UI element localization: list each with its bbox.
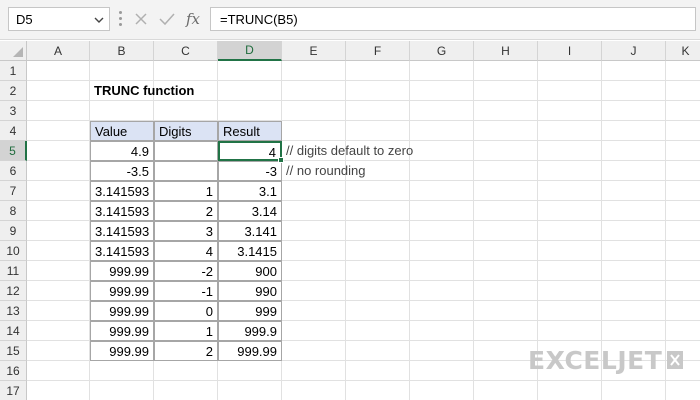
table-cell-result[interactable]: 999.9 xyxy=(218,321,282,341)
column-header-k[interactable]: K xyxy=(666,41,700,61)
table-cell-value[interactable]: 3.141593 xyxy=(90,241,154,261)
table-cell-value[interactable]: 999.99 xyxy=(90,261,154,281)
formula-bar: D5 fx =TRUNC(B5) xyxy=(0,0,700,40)
column-header-f[interactable]: F xyxy=(346,41,410,61)
row-header-9[interactable]: 9 xyxy=(0,221,27,241)
logo-text: EXCELJET xyxy=(528,345,663,375)
comment-note[interactable]: // no rounding xyxy=(282,161,462,181)
comment-note[interactable]: // digits default to zero xyxy=(282,141,462,161)
column-header-i[interactable]: I xyxy=(538,41,602,61)
table-header-result[interactable]: Result xyxy=(218,121,282,141)
gridline xyxy=(473,61,474,400)
table-cell-value[interactable]: 4.9 xyxy=(90,141,154,161)
table-cell-result[interactable]: 3.14 xyxy=(218,201,282,221)
logo-mark-icon xyxy=(667,351,684,369)
row-header-10[interactable]: 10 xyxy=(0,241,27,261)
table-cell-result[interactable]: 999 xyxy=(218,301,282,321)
table-header-value[interactable]: Value xyxy=(90,121,154,141)
table-cell-digits[interactable]: 1 xyxy=(154,181,218,201)
formula-input[interactable]: =TRUNC(B5) xyxy=(210,7,696,31)
table-cell-value[interactable]: 999.99 xyxy=(90,281,154,301)
table-cell-digits[interactable]: 4 xyxy=(154,241,218,261)
table-cell-digits[interactable] xyxy=(154,161,218,181)
table-cell-result[interactable]: 3.1415 xyxy=(218,241,282,261)
column-header-d[interactable]: D xyxy=(218,41,282,61)
table-cell-digits[interactable]: 3 xyxy=(154,221,218,241)
table-cell-digits[interactable]: -1 xyxy=(154,281,218,301)
table-cell-result[interactable]: 990 xyxy=(218,281,282,301)
row-header-14[interactable]: 14 xyxy=(0,321,27,341)
row-header-2[interactable]: 2 xyxy=(0,81,27,101)
gridline xyxy=(409,61,410,400)
row-header-6[interactable]: 6 xyxy=(0,161,27,181)
gridline xyxy=(27,380,700,381)
column-header-h[interactable]: H xyxy=(474,41,538,61)
table-cell-value[interactable]: 999.99 xyxy=(90,321,154,341)
column-header-b[interactable]: B xyxy=(90,41,154,61)
gridline xyxy=(345,61,346,400)
name-box[interactable]: D5 xyxy=(8,7,110,31)
table-cell-value[interactable]: 3.141593 xyxy=(90,221,154,241)
column-header-j[interactable]: J xyxy=(602,41,666,61)
select-all-corner[interactable] xyxy=(0,41,27,61)
row-header-5[interactable]: 5 xyxy=(0,141,27,161)
row-header-15[interactable]: 15 xyxy=(0,341,27,361)
row-header-7[interactable]: 7 xyxy=(0,181,27,201)
insert-function-icon[interactable]: fx xyxy=(182,7,204,31)
row-header-12[interactable]: 12 xyxy=(0,281,27,301)
column-header-e[interactable]: E xyxy=(282,41,346,61)
formula-bar-icons: fx xyxy=(128,7,206,31)
table-cell-digits[interactable]: -2 xyxy=(154,261,218,281)
table-cell-digits[interactable]: 1 xyxy=(154,321,218,341)
name-box-value: D5 xyxy=(16,12,33,27)
table-cell-value[interactable]: 3.141593 xyxy=(90,201,154,221)
table-cell-result[interactable]: 900 xyxy=(218,261,282,281)
row-header-13[interactable]: 13 xyxy=(0,301,27,321)
row-header-4[interactable]: 4 xyxy=(0,121,27,141)
column-header-c[interactable]: C xyxy=(154,41,218,61)
table-cell-value[interactable]: 999.99 xyxy=(90,301,154,321)
enter-check-icon[interactable] xyxy=(156,7,178,31)
table-header-digits[interactable]: Digits xyxy=(154,121,218,141)
row-header-3[interactable]: 3 xyxy=(0,101,27,121)
table-cell-result[interactable]: 3.1 xyxy=(218,181,282,201)
chevron-down-icon[interactable] xyxy=(93,13,105,31)
table-cell-digits[interactable] xyxy=(154,141,218,161)
table-cell-value[interactable]: 3.141593 xyxy=(90,181,154,201)
table-cell-digits[interactable]: 0 xyxy=(154,301,218,321)
table-cell-result[interactable]: 4 xyxy=(218,141,282,161)
table-cell-result[interactable]: 3.141 xyxy=(218,221,282,241)
row-header-11[interactable]: 11 xyxy=(0,261,27,281)
table-cell-result[interactable]: 999.99 xyxy=(218,341,282,361)
table-cell-value[interactable]: -3.5 xyxy=(90,161,154,181)
row-header-8[interactable]: 8 xyxy=(0,201,27,221)
sheet-title[interactable]: TRUNC function xyxy=(90,81,250,101)
cancel-icon[interactable] xyxy=(130,7,152,31)
formula-bar-grip[interactable] xyxy=(119,11,122,27)
table-cell-digits[interactable]: 2 xyxy=(154,341,218,361)
column-header-g[interactable]: G xyxy=(410,41,474,61)
row-header-1[interactable]: 1 xyxy=(0,61,27,81)
table-cell-digits[interactable]: 2 xyxy=(154,201,218,221)
row-header-16[interactable]: 16 xyxy=(0,361,27,381)
table-cell-value[interactable]: 999.99 xyxy=(90,341,154,361)
formula-text: =TRUNC(B5) xyxy=(220,12,298,27)
table-cell-result[interactable]: -3 xyxy=(218,161,282,181)
row-header-17[interactable]: 17 xyxy=(0,381,27,400)
exceljet-logo: EXCELJET xyxy=(528,344,684,376)
column-header-a[interactable]: A xyxy=(27,41,90,61)
